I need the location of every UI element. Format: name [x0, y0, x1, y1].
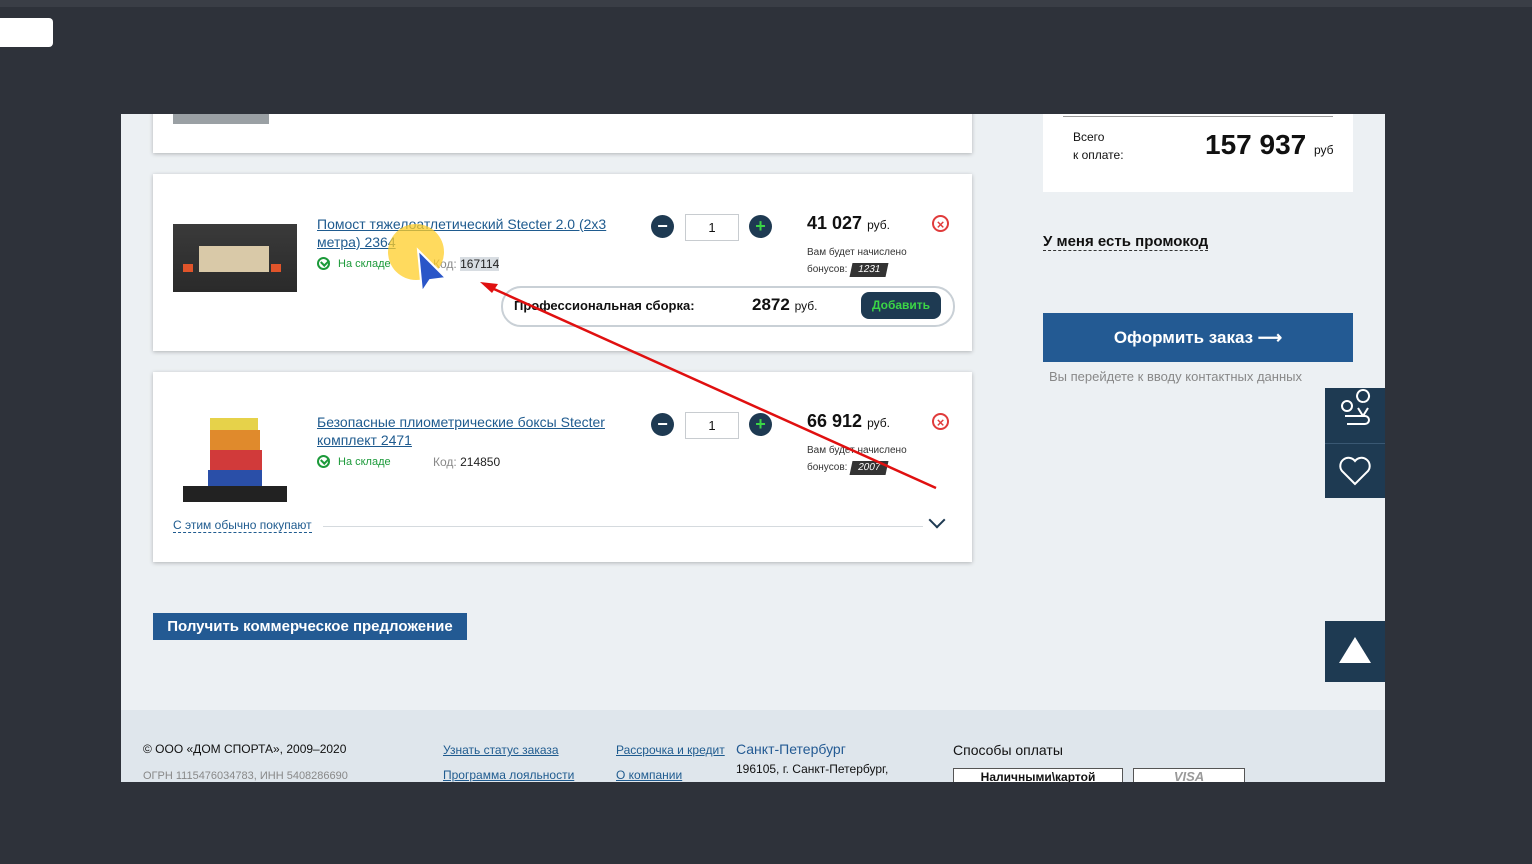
annotation-arrow — [416, 247, 937, 490]
